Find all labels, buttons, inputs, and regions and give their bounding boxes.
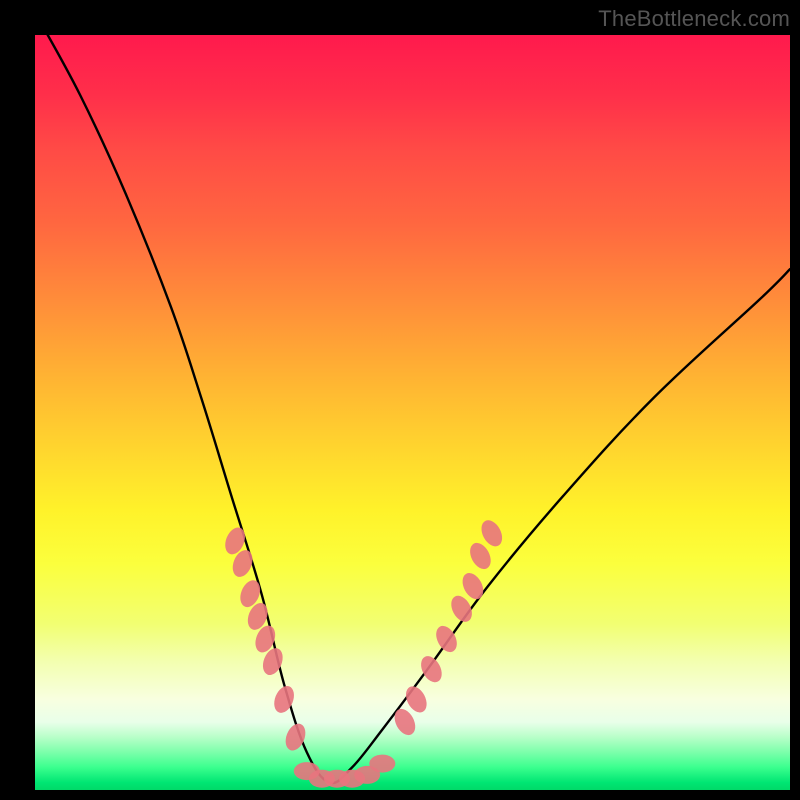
attribution-label: TheBottleneck.com (598, 6, 790, 32)
plot-gradient-background (35, 35, 790, 790)
chart-frame: TheBottleneck.com (0, 0, 800, 800)
